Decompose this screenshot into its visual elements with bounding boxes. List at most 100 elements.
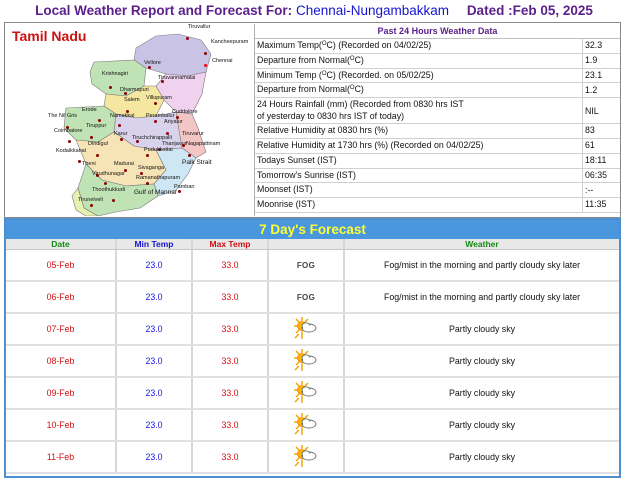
sea-label: Gulf of Mannar: [134, 189, 177, 196]
obs-parameter-text: Moonrise (IST): [257, 199, 316, 210]
forecast-weather-desc: Partly cloudy sky: [449, 324, 515, 334]
obs-parameter-text: Minimum Temp (: [257, 69, 322, 80]
obs-parameter-text: Departure from Normal(: [257, 54, 350, 65]
city-label: Pudukkottai: [144, 147, 173, 153]
city-label: Tiruvallur: [188, 24, 211, 30]
city-label: Dindigul: [88, 141, 108, 147]
obs-parameter-unit: C) (Recorded. on 05/02/25): [326, 69, 434, 80]
obs-row: Tomorrow's Sunrise (IST) 06:35: [255, 168, 620, 184]
city-label: Theni: [82, 161, 96, 167]
city-label: Palk Strait: [182, 159, 212, 166]
obs-parameter: Relative Humidity at 1730 hrs (%) (Recor…: [255, 138, 583, 153]
forecast-max-temp: 33.0: [193, 346, 269, 376]
obs-parameter: Departure from Normal(OC): [255, 83, 583, 98]
forecast-max-temp: 33.0: [193, 410, 269, 440]
obs-parameter-unit: C): [354, 84, 364, 95]
obs-parameter: Departure from Normal(OC): [255, 53, 583, 68]
forecast-weather-desc: Partly cloudy sky: [449, 356, 515, 366]
obs-parameter-text: 24 Hours Rainfall (mm) (Recorded from 08…: [257, 99, 464, 110]
degree-mark: O: [349, 85, 355, 92]
forecast-max-temp: 33.0: [193, 314, 269, 344]
city-label: Tiruchchirappalli: [132, 135, 172, 141]
header-weather: Weather: [465, 238, 499, 249]
city-marker: [120, 138, 123, 141]
obs-parameter-unit: C): [354, 54, 364, 65]
city-marker: [148, 66, 151, 69]
city-label: Kodaikkanal: [56, 148, 86, 154]
obs-value: 32.3: [585, 40, 603, 51]
city-marker: [178, 190, 181, 193]
obs-parameter-text: Tomorrow's Sunrise (IST): [257, 169, 356, 180]
forecast-icon-cell: [269, 314, 345, 344]
forecast-icon-cell: FOG: [269, 282, 345, 312]
forecast-icon-cell: FOG: [269, 250, 345, 280]
city-marker: [109, 86, 112, 89]
obs-row: Relative Humidity at 0830 hrs (%) 83: [255, 124, 620, 139]
obs-value: NIL: [585, 106, 599, 117]
obs-value: 11:35: [585, 199, 607, 210]
obs-row: Departure from Normal(OC) 1.2: [255, 83, 620, 99]
city-label: Tiruppur: [86, 123, 107, 129]
forecast-min-temp: 23.0: [117, 314, 193, 344]
obs-row: Maximum Temp(OC) (Recorded on 04/02/25) 3…: [255, 39, 620, 54]
obs-row: Departure from Normal(OC) 1.9: [255, 53, 620, 69]
city-label: Vellore: [144, 60, 161, 66]
city-marker: [90, 136, 93, 139]
obs-parameter: Moonrise (IST): [255, 198, 583, 212]
city-label: Karur: [114, 131, 128, 137]
forecast-row: 09-Feb 23.0 33.0 Partly cloudy sky: [6, 378, 619, 410]
city-marker: [104, 182, 107, 185]
forecast-min-temp: 23.0: [117, 410, 193, 440]
city-marker: [146, 182, 149, 185]
city-marker: [96, 154, 99, 157]
obs-parameter: Minimum Temp (OC) (Recorded. on 05/02/25…: [255, 68, 583, 83]
forecast-title: 7 Day's Forecast: [6, 220, 619, 239]
forecast-weather-desc: Partly cloudy sky: [449, 388, 515, 398]
city-label: Coimbatore: [54, 128, 83, 134]
obs-value: :--: [585, 184, 594, 195]
report-label: Local Weather Report and Forecast For:: [35, 3, 293, 18]
header-date: Date: [6, 239, 117, 249]
forecast-min-temp: 23.0: [117, 282, 193, 312]
forecast-min-temp: 23.0: [117, 346, 193, 376]
forecast-max-temp: 33.0: [193, 442, 269, 472]
obs-parameter: Moonset (IST): [255, 183, 583, 198]
obs-parameter-text: Todays Sunset (IST): [257, 154, 337, 165]
city-label: Kancheepuram: [211, 39, 249, 45]
obs-parameter: Todays Sunset (IST): [255, 153, 583, 168]
city-label: Dharmapuri: [120, 87, 149, 93]
city-marker: [186, 37, 189, 40]
obs-value: 1.2: [585, 84, 598, 95]
city-marker: [154, 102, 157, 105]
city-marker: [78, 160, 81, 163]
obs-value: 83: [585, 125, 595, 136]
obs-value: 23.1: [585, 69, 603, 80]
fog-icon: FOG: [296, 292, 316, 302]
forecast-weather-desc: Fog/mist in the morning and partly cloud…: [383, 260, 581, 270]
city-label: Ariyalur: [164, 119, 183, 125]
forecast-row: 11-Feb 23.0 33.0 Partly cloudy sky: [6, 442, 619, 474]
seven-day-forecast: 7 Day's Forecast Date Min Temp Max Temp …: [4, 218, 621, 478]
obs-row: 24 Hours Rainfall (mm) (Recorded from 08…: [255, 98, 620, 125]
city-marker: [154, 120, 157, 123]
forecast-icon-cell: [269, 442, 345, 472]
forecast-row: 06-Feb 23.0 33.0 FOG Fog/mist in the morning…: [6, 282, 619, 314]
obs-value: 18:11: [585, 154, 607, 165]
forecast-date: 08-Feb: [6, 346, 117, 376]
city-label: Tirunelveli: [78, 197, 103, 203]
partly-cloudy-icon: [293, 412, 319, 438]
city-marker: [112, 199, 115, 202]
city-label: Tiruvarur: [182, 131, 204, 137]
city-marker: [204, 52, 207, 55]
forecast-max-temp: 33.0: [193, 378, 269, 408]
obs-parameter-line2: of yesterday to 0830 hrs IST of today): [257, 110, 405, 121]
city-label: Thoothukkudi: [92, 187, 126, 193]
obs-parameter: Tomorrow's Sunrise (IST): [255, 168, 583, 183]
forecast-weather-desc: Fog/mist in the morning and partly cloud…: [383, 292, 581, 302]
partly-cloudy-icon: [293, 380, 319, 406]
obs-value: 1.9: [585, 54, 598, 65]
city-label: Pamban: [174, 184, 195, 190]
city-label: Krishnagiri: [102, 71, 128, 77]
partly-cloudy-icon: [293, 444, 319, 470]
header-max-temp: Max Temp: [193, 239, 269, 249]
